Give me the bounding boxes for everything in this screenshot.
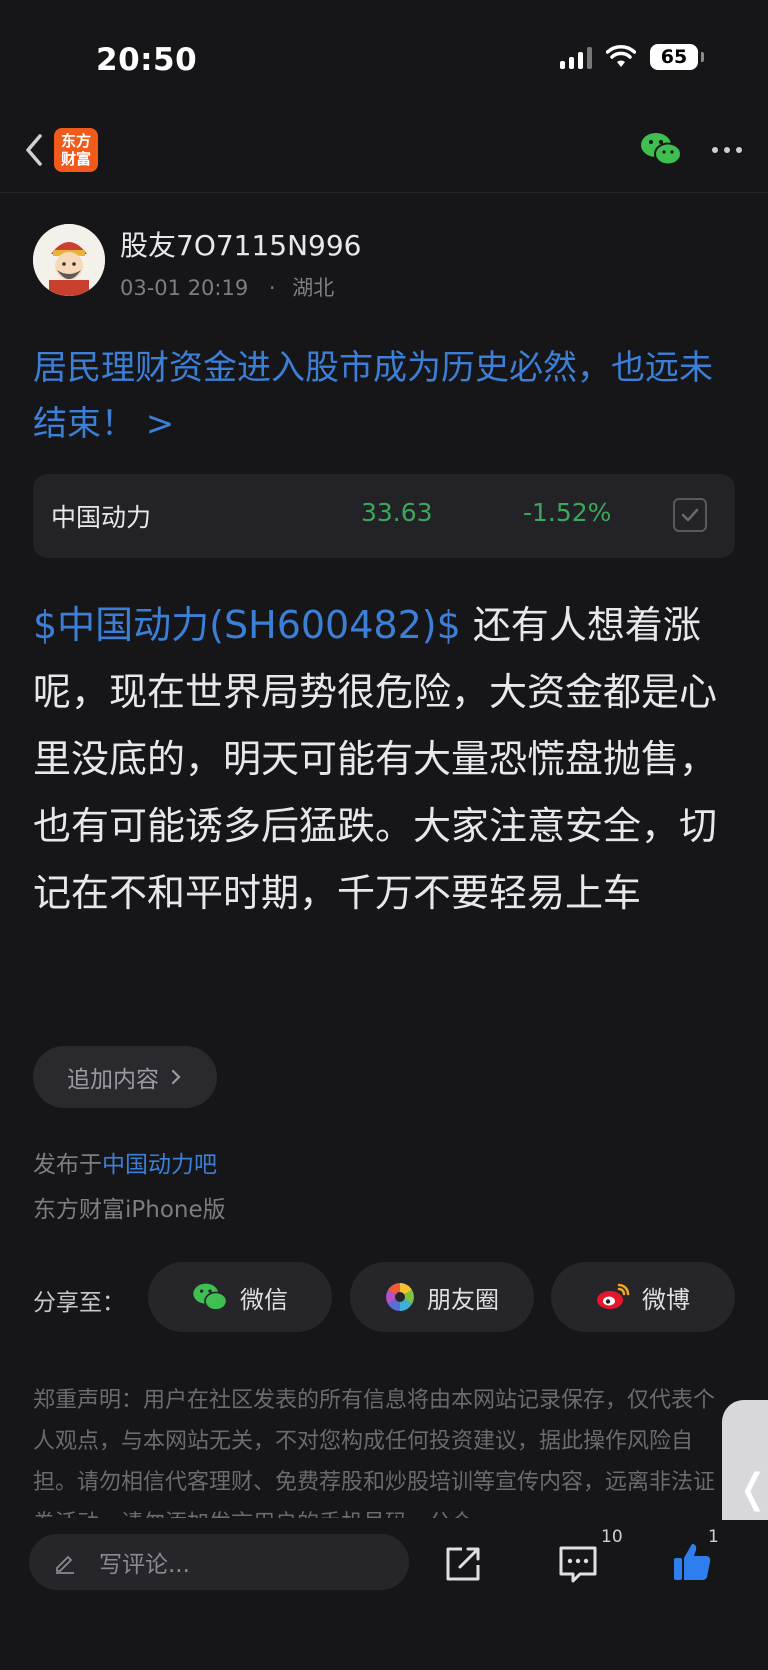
comment-count: 10	[601, 1527, 623, 1547]
wechat-icon	[193, 1283, 228, 1311]
status-time: 20:50	[96, 42, 198, 78]
stock-name: 中国动力	[51, 503, 152, 532]
post-body: $中国动力(SH600482)$ 还有人想着涨呢，现在世界局势很危险，大资金都是…	[33, 592, 743, 927]
stock-mention-link[interactable]: $中国动力(SH600482)$	[33, 603, 461, 647]
more-options-icon[interactable]	[711, 146, 743, 154]
post-datetime: 03-01 20:19	[120, 276, 249, 300]
wifi-icon	[606, 45, 636, 67]
post-title-link[interactable]: 居民理财资金进入股市成为历史必然，也远未结束！ >	[33, 340, 743, 452]
share-weibo-button[interactable]: 微博	[551, 1262, 735, 1332]
published-in: 发布于中国动力吧	[33, 1145, 217, 1179]
comment-placeholder: 写评论...	[99, 1552, 190, 1578]
meta-separator: ·	[268, 276, 276, 300]
share-wechat-label: 微信	[240, 1285, 288, 1314]
share-weibo-label: 微博	[642, 1285, 690, 1314]
battery-indicator: 65	[650, 44, 704, 70]
nav-divider	[0, 192, 768, 193]
post-meta: 03-01 20:19 · 湖北	[120, 272, 334, 302]
share-moments-button[interactable]: 朋友圈	[350, 1262, 534, 1332]
comment-input[interactable]: 写评论...	[29, 1534, 409, 1590]
avatar[interactable]	[33, 224, 105, 296]
share-wechat-button[interactable]: 微信	[148, 1262, 332, 1332]
share-moments-label: 朋友圈	[427, 1285, 499, 1314]
author-name[interactable]: 股友7O7115N996	[120, 224, 362, 264]
add-content-label: 追加内容	[67, 1067, 159, 1093]
post-location: 湖北	[292, 276, 335, 300]
app-logo[interactable]: 东方 财富	[54, 128, 98, 172]
post-client: 东方财富iPhone版	[33, 1197, 226, 1223]
weibo-icon	[597, 1283, 630, 1309]
add-content-button[interactable]: 追加内容	[33, 1046, 217, 1108]
share-icon[interactable]	[442, 1541, 486, 1585]
chevron-left-icon: ❬	[736, 1466, 768, 1512]
stock-price: 33.63	[361, 498, 433, 527]
stock-change: -1.52%	[523, 498, 612, 527]
wechat-share-icon[interactable]	[640, 130, 682, 168]
stock-quote-card[interactable]: 中国动力 33.63 -1.52%	[33, 474, 735, 558]
back-icon[interactable]	[18, 130, 54, 170]
comment-icon[interactable]	[556, 1542, 600, 1586]
app-logo-line2: 财富	[60, 150, 91, 168]
check-icon	[681, 508, 699, 522]
add-watchlist-checkbox[interactable]	[673, 498, 707, 532]
disclaimer-text: 郑重声明：用户在社区发表的所有信息将由本网站记录保存，仅代表个人观点，与本网站无…	[33, 1388, 716, 1518]
avatar-image	[33, 224, 105, 296]
post-body-text: 还有人想着涨呢，现在世界局势很危险，大资金都是心里没底的，明天可能有大量恐慌盘抛…	[33, 603, 718, 915]
share-label: 分享至：	[33, 1290, 125, 1316]
like-count: 1	[708, 1527, 719, 1547]
app-logo-line1: 东方	[60, 132, 91, 150]
pencil-icon	[56, 1556, 74, 1574]
status-icons: 65	[560, 44, 704, 70]
published-prefix: 发布于	[33, 1152, 102, 1178]
stock-bar-link[interactable]: 中国动力吧	[102, 1152, 217, 1178]
cellular-signal-icon	[560, 45, 592, 69]
moments-icon	[386, 1283, 414, 1311]
chevron-right-icon	[171, 1069, 181, 1085]
